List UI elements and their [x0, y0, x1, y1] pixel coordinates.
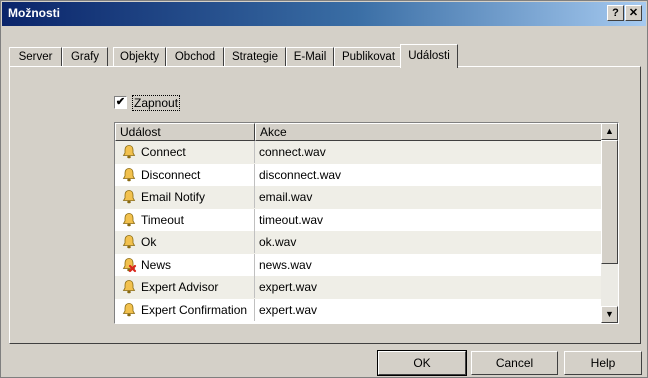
list-item[interactable]: Expert Confirmation expert.wav: [115, 298, 602, 322]
bell-icon: [121, 167, 137, 183]
list-item[interactable]: Connect connect.wav: [115, 141, 602, 164]
bell-icon: [121, 189, 137, 205]
vertical-scrollbar[interactable]: ▲ ▼: [601, 123, 618, 323]
event-action-cell: news.wav: [259, 257, 312, 272]
event-name-cell: Connect: [115, 141, 255, 163]
tab-udalosti[interactable]: Události: [400, 44, 458, 68]
bell-icon: [121, 144, 137, 160]
bell-icon: [121, 279, 137, 295]
tab-strategie[interactable]: Strategie: [224, 47, 286, 67]
event-name: Connect: [141, 145, 186, 159]
scroll-up-button[interactable]: ▲: [601, 123, 618, 140]
scroll-thumb[interactable]: [601, 140, 618, 264]
events-list[interactable]: Událost Akce Connect connect.wav Disconnec…: [114, 122, 619, 324]
ok-button[interactable]: OK: [377, 350, 467, 376]
event-name-cell: Disconnect: [115, 163, 255, 186]
title-bar[interactable]: Možnosti ? ✕: [2, 2, 646, 26]
window-title: Možnosti: [8, 6, 60, 20]
event-name: Expert Advisor: [141, 280, 219, 294]
event-name: Email Notify: [141, 190, 206, 204]
tab-obchod[interactable]: Obchod: [166, 47, 224, 67]
tab-publikovat[interactable]: Publikovat: [334, 47, 403, 67]
cancel-button[interactable]: Cancel: [471, 351, 558, 375]
close-button[interactable]: ✕: [625, 5, 642, 21]
event-name: News: [141, 257, 172, 272]
tab-objekty[interactable]: Objekty: [113, 47, 166, 67]
bell-icon: [121, 302, 137, 318]
list-item[interactable]: Email Notify email.wav: [115, 186, 602, 209]
list-item[interactable]: Ok ok.wav: [115, 231, 602, 254]
event-action-cell: expert.wav: [259, 280, 318, 294]
event-action-cell: connect.wav: [259, 145, 326, 159]
bell-icon: [121, 234, 137, 250]
event-name: Timeout: [141, 212, 184, 227]
list-rows: Connect connect.wav Disconnect disconnect.w…: [115, 141, 602, 321]
help-button[interactable]: Help: [564, 351, 642, 375]
column-header-event[interactable]: Událost: [115, 123, 255, 141]
enable-checkbox-label[interactable]: Zapnout: [132, 95, 181, 111]
event-name: Ok: [141, 235, 157, 249]
event-action-cell: timeout.wav: [259, 212, 324, 227]
event-action-cell: disconnect.wav: [259, 167, 342, 182]
scroll-down-button[interactable]: ▼: [601, 306, 618, 323]
event-name: Expert Confirmation: [141, 302, 248, 317]
help-title-button[interactable]: ?: [607, 5, 624, 21]
event-action-cell: email.wav: [259, 190, 313, 204]
tab-email[interactable]: E-Mail: [286, 47, 334, 67]
list-item[interactable]: Timeout timeout.wav: [115, 208, 602, 232]
event-name-cell: Email Notify: [115, 186, 255, 208]
list-header: Událost Akce: [115, 123, 602, 141]
event-name-cell: Expert Confirmation: [115, 298, 255, 321]
event-name: Disconnect: [141, 167, 201, 182]
enable-checkbox[interactable]: ✔: [114, 96, 127, 109]
event-name-cell: News: [115, 253, 255, 276]
tab-server[interactable]: Server: [9, 47, 62, 67]
list-item[interactable]: Expert Advisor expert.wav: [115, 276, 602, 299]
list-item[interactable]: News news.wav: [115, 253, 602, 277]
event-name-cell: Timeout: [115, 208, 255, 231]
list-item[interactable]: Disconnect disconnect.wav: [115, 163, 602, 187]
tab-grafy[interactable]: Grafy: [62, 47, 108, 67]
options-dialog: Možnosti ? ✕ Server Grafy Objekty Obchod…: [0, 0, 648, 378]
event-name-cell: Expert Advisor: [115, 276, 255, 298]
column-header-action[interactable]: Akce: [255, 123, 602, 141]
tab-strip: Server Grafy Objekty Obchod Strategie E-…: [9, 44, 643, 68]
bell-disabled-icon: [121, 257, 137, 273]
event-name-cell: Ok: [115, 231, 255, 253]
event-action-cell: ok.wav: [259, 235, 297, 249]
bell-icon: [121, 212, 137, 228]
event-action-cell: expert.wav: [259, 302, 318, 317]
